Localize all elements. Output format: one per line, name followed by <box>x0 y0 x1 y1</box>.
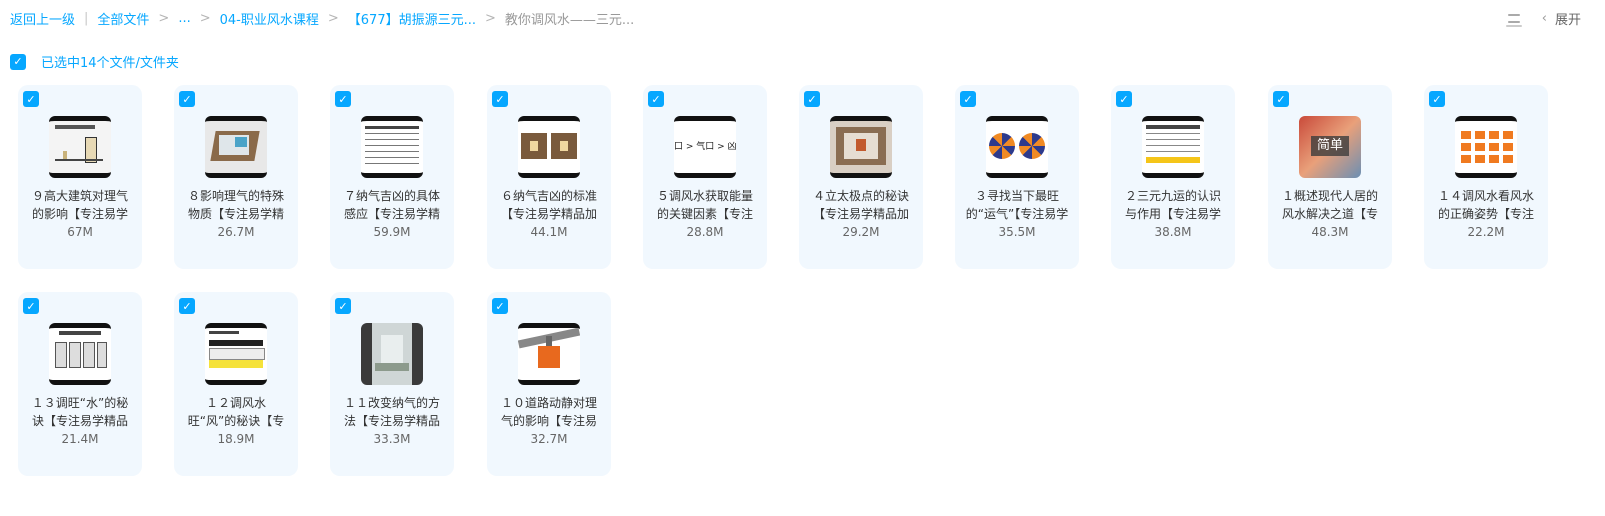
video-thumbnail: 口 > 气口 > 凶 <box>674 116 736 178</box>
file-card[interactable]: ✓ １１改变纳气的方法【专注易学精品 33.3M <box>330 292 454 476</box>
checkbox-checked-icon[interactable]: ✓ <box>804 91 820 107</box>
back-link[interactable]: 返回上一级 <box>10 9 75 28</box>
file-size: 18.9M <box>217 432 255 446</box>
file-card[interactable]: ✓ １３调旺“水”的秘诀【专注易学精品 21.4M <box>18 292 142 476</box>
breadcrumb-all-files[interactable]: 全部文件 <box>97 9 149 28</box>
checkbox-checked-icon[interactable]: ✓ <box>335 91 351 107</box>
checkbox-checked-icon[interactable]: ✓ <box>23 298 39 314</box>
video-thumbnail <box>1142 116 1204 178</box>
checkbox-checked-icon[interactable]: ✓ <box>648 91 664 107</box>
file-size: 32.7M <box>530 432 568 446</box>
file-card[interactable]: ✓ １０道路动静对理气的影响【专注易 32.7M <box>487 292 611 476</box>
video-thumbnail <box>1455 116 1517 178</box>
select-all-checkbox[interactable]: ✓ <box>10 53 26 70</box>
breadcrumb-separator: > <box>327 11 339 26</box>
checkbox-checked-icon[interactable]: ✓ <box>1273 91 1289 107</box>
file-name: １３调旺“水”的秘诀【专注易学精品 <box>31 396 129 428</box>
selection-bar: ✓ 已选中14个文件/文件夹 <box>10 52 179 71</box>
breadcrumb-course-folder[interactable]: 04-职业风水课程 <box>220 9 319 28</box>
video-thumbnail <box>830 116 892 178</box>
checkbox-checked-icon[interactable]: ✓ <box>335 298 351 314</box>
breadcrumb-author-folder[interactable]: 【677】胡振源三元... <box>348 9 476 28</box>
video-thumbnail <box>986 116 1048 178</box>
selection-count: 已选中14个文件/文件夹 <box>41 56 179 71</box>
breadcrumb: 返回上一级 | 全部文件 > ... > 04-职业风水课程 > 【677】胡振… <box>10 9 634 28</box>
file-size: 29.2M <box>842 225 880 239</box>
checkbox-checked-icon[interactable]: ✓ <box>179 298 195 314</box>
file-name: １２调风水旺“风”的秘诀【专注易学 <box>187 396 285 428</box>
file-card[interactable]: ✓ ６纳气吉凶的标准【专注易学精品加 44.1M <box>487 85 611 269</box>
thumbnail-caption: 口 > 气口 > 凶 <box>674 142 736 152</box>
file-name: ７纳气吉凶的具体感应【专注易学精 <box>343 189 440 221</box>
file-size: 35.5M <box>998 225 1036 239</box>
file-card[interactable]: ✓ 口 > 气口 > 凶 ５调风水获取能量的关键因素【专注 28.8M <box>643 85 767 269</box>
file-card[interactable]: ✓ ２三元九运的认识与作用【专注易学 38.8M <box>1111 85 1235 269</box>
checkbox-checked-icon[interactable]: ✓ <box>179 91 195 107</box>
video-thumbnail <box>205 323 267 385</box>
file-card[interactable]: ✓ ９高大建筑对理气的影响【专注易学 67M <box>18 85 142 269</box>
video-thumbnail <box>49 116 111 178</box>
checkbox-checked-icon[interactable]: ✓ <box>1116 91 1132 107</box>
checkbox-checked-icon[interactable]: ✓ <box>23 91 39 107</box>
file-card[interactable]: ✓ ８影响理气的特殊物质【专注易学精 26.7M <box>174 85 298 269</box>
breadcrumb-separator: > <box>158 11 170 26</box>
file-size: 44.1M <box>530 225 568 239</box>
file-name: １１改变纳气的方法【专注易学精品 <box>343 396 440 428</box>
breadcrumb-separator: > <box>199 11 211 26</box>
file-size: 48.3M <box>1311 225 1349 239</box>
file-name: １概述现代人居的风水解决之道【专 <box>1281 189 1378 221</box>
top-bar: 返回上一级 | 全部文件 > ... > 04-职业风水课程 > 【677】胡振… <box>0 0 1605 38</box>
file-name: １４调风水看风水的正确姿势【专注 <box>1437 189 1534 221</box>
file-card[interactable]: ✓ ４立太极点的秘诀【专注易学精品加 29.2M <box>799 85 923 269</box>
video-thumbnail <box>518 323 580 385</box>
file-size: 28.8M <box>686 225 724 239</box>
list-view-icon[interactable] <box>1505 11 1522 27</box>
checkbox-checked-icon[interactable]: ✓ <box>960 91 976 107</box>
thumbnail-caption: 简单 <box>1311 136 1349 156</box>
file-card[interactable]: ✓ １２调风水旺“风”的秘诀【专注易学 18.9M <box>174 292 298 476</box>
file-size: 33.3M <box>373 432 411 446</box>
file-name: ３寻找当下最旺的“运气”【专注易学 <box>965 189 1069 221</box>
file-name: １０道路动静对理气的影响【专注易 <box>500 396 597 428</box>
file-name: ９高大建筑对理气的影响【专注易学 <box>31 189 128 221</box>
file-name: ５调风水获取能量的关键因素【专注 <box>656 189 753 221</box>
video-thumbnail: 简单 <box>1299 116 1361 178</box>
file-size: 26.7M <box>217 225 255 239</box>
breadcrumb-ellipsis[interactable]: ... <box>178 11 190 26</box>
file-size: 59.9M <box>373 225 411 239</box>
video-thumbnail <box>49 323 111 385</box>
file-card[interactable]: ✓ １４调风水看风水的正确姿势【专注 22.2M <box>1424 85 1548 269</box>
expand-button[interactable]: 展开 <box>1555 9 1581 28</box>
file-card[interactable]: ✓ 简单 １概述现代人居的风水解决之道【专 48.3M <box>1268 85 1392 269</box>
file-size: 22.2M <box>1467 225 1505 239</box>
breadcrumb-current: 教你调风水——三元... <box>504 13 635 28</box>
checkbox-checked-icon[interactable]: ✓ <box>492 298 508 314</box>
video-thumbnail <box>205 116 267 178</box>
file-card[interactable]: ✓ ７纳气吉凶的具体感应【专注易学精 59.9M <box>330 85 454 269</box>
chevron-left-icon[interactable]: ‹ <box>1542 11 1547 26</box>
checkbox-checked-icon[interactable]: ✓ <box>492 91 508 107</box>
file-size: 67M <box>67 225 93 239</box>
breadcrumb-divider: | <box>84 11 89 26</box>
file-name: ２三元九运的认识与作用【专注易学 <box>1124 189 1221 221</box>
file-size: 21.4M <box>61 432 99 446</box>
view-controls: ‹ 展开 <box>1505 9 1581 28</box>
breadcrumb-separator: > <box>485 11 496 26</box>
file-name: ４立太极点的秘诀【专注易学精品加 <box>812 189 909 221</box>
file-name: ８影响理气的特殊物质【专注易学精 <box>187 189 284 221</box>
video-thumbnail <box>361 323 423 385</box>
video-thumbnail <box>361 116 423 178</box>
file-size: 38.8M <box>1154 225 1192 239</box>
file-card[interactable]: ✓ ３寻找当下最旺的“运气”【专注易学 35.5M <box>955 85 1079 269</box>
file-name: ６纳气吉凶的标准【专注易学精品加 <box>500 189 597 221</box>
checkbox-checked-icon[interactable]: ✓ <box>1429 91 1445 107</box>
video-thumbnail <box>518 116 580 178</box>
